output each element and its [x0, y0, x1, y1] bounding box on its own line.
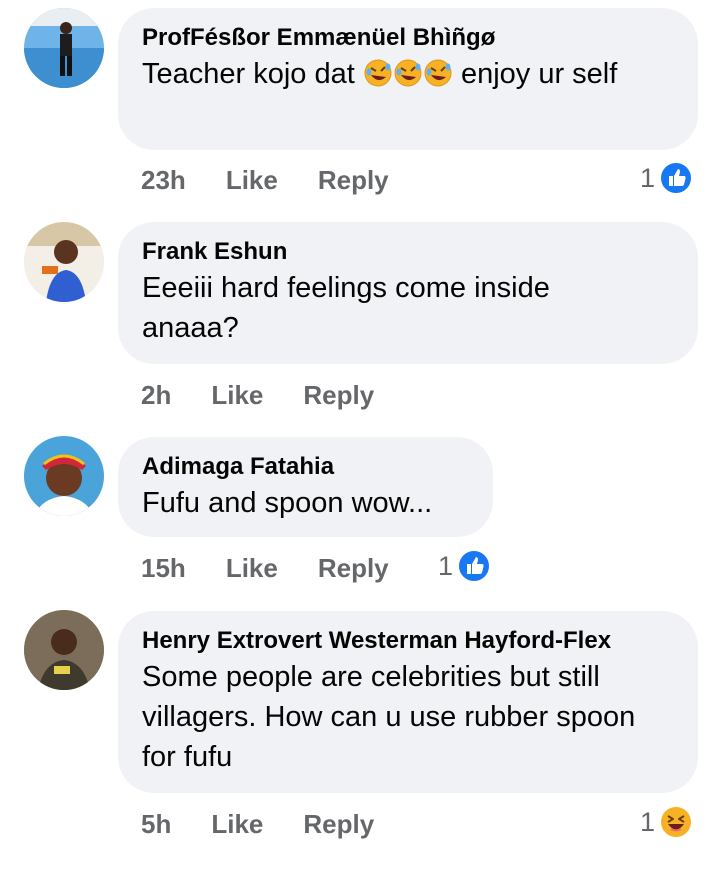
comment-time[interactable]: 23h — [141, 165, 186, 196]
comment-text: Eeeiii hard feelings come inside anaaa? — [142, 272, 550, 344]
comment-author[interactable]: Adimaga Fatahia — [142, 451, 469, 483]
reply-button[interactable]: Reply — [318, 553, 389, 584]
comment-text-start: Teacher kojo dat — [142, 58, 355, 90]
comment-bubble: ProfFésßor Emmænüel Bhìñgø Teacher kojo … — [118, 8, 698, 150]
comment-bubble: Adimaga Fatahia Fufu and spoon wow... — [118, 437, 493, 537]
comment-author[interactable]: ProfFésßor Emmænüel Bhìñgø — [142, 22, 674, 54]
avatar[interactable] — [24, 222, 104, 302]
comment-time[interactable]: 15h — [141, 553, 186, 584]
rolling-on-floor-laughing-icon — [423, 58, 453, 99]
reply-button[interactable]: Reply — [318, 165, 389, 196]
avatar[interactable] — [24, 610, 104, 690]
comment-author[interactable]: Frank Eshun — [142, 236, 674, 268]
avatar[interactable] — [24, 8, 104, 88]
like-button[interactable]: Like — [211, 380, 263, 411]
comment-bubble: Frank Eshun Eeeiii hard feelings come in… — [118, 222, 698, 364]
comment-text: Some people are celebrities but still vi… — [142, 661, 636, 773]
like-button[interactable]: Like — [226, 165, 278, 196]
reply-button[interactable]: Reply — [303, 809, 374, 840]
reaction-count: 1 — [640, 806, 656, 837]
rolling-on-floor-laughing-icon — [363, 58, 393, 99]
haha-reaction-icon — [659, 805, 694, 839]
comment-text: Teacher kojo dat enjoy ur self — [142, 54, 674, 99]
like-button[interactable]: Like — [211, 809, 263, 840]
comment-text-end: enjoy ur self — [460, 58, 618, 90]
reaction-summary[interactable]: 1 — [640, 161, 694, 195]
comment-time[interactable]: 5h — [141, 809, 171, 840]
reaction-count: 1 — [438, 550, 454, 581]
comment-text: Fufu and spoon wow... — [142, 487, 433, 519]
comment-author[interactable]: Henry Extrovert Westerman Hayford-Flex — [142, 625, 674, 657]
like-button[interactable]: Like — [226, 553, 278, 584]
comment-time[interactable]: 2h — [141, 380, 171, 411]
comment-actions: 15h Like Reply — [141, 550, 389, 586]
comment-actions: 23h Like Reply — [141, 162, 389, 198]
reaction-summary[interactable]: 1 — [438, 549, 492, 583]
avatar[interactable] — [24, 436, 104, 516]
reaction-summary[interactable]: 1 — [640, 805, 694, 839]
comment-actions: 2h Like Reply — [141, 377, 374, 413]
comment-bubble: Henry Extrovert Westerman Hayford-Flex S… — [118, 611, 698, 793]
like-reaction-icon — [457, 549, 492, 583]
rolling-on-floor-laughing-icon — [393, 58, 423, 99]
reaction-count: 1 — [640, 162, 656, 193]
reply-button[interactable]: Reply — [303, 380, 374, 411]
like-reaction-icon — [659, 161, 694, 195]
comment-actions: 5h Like Reply — [141, 806, 374, 842]
